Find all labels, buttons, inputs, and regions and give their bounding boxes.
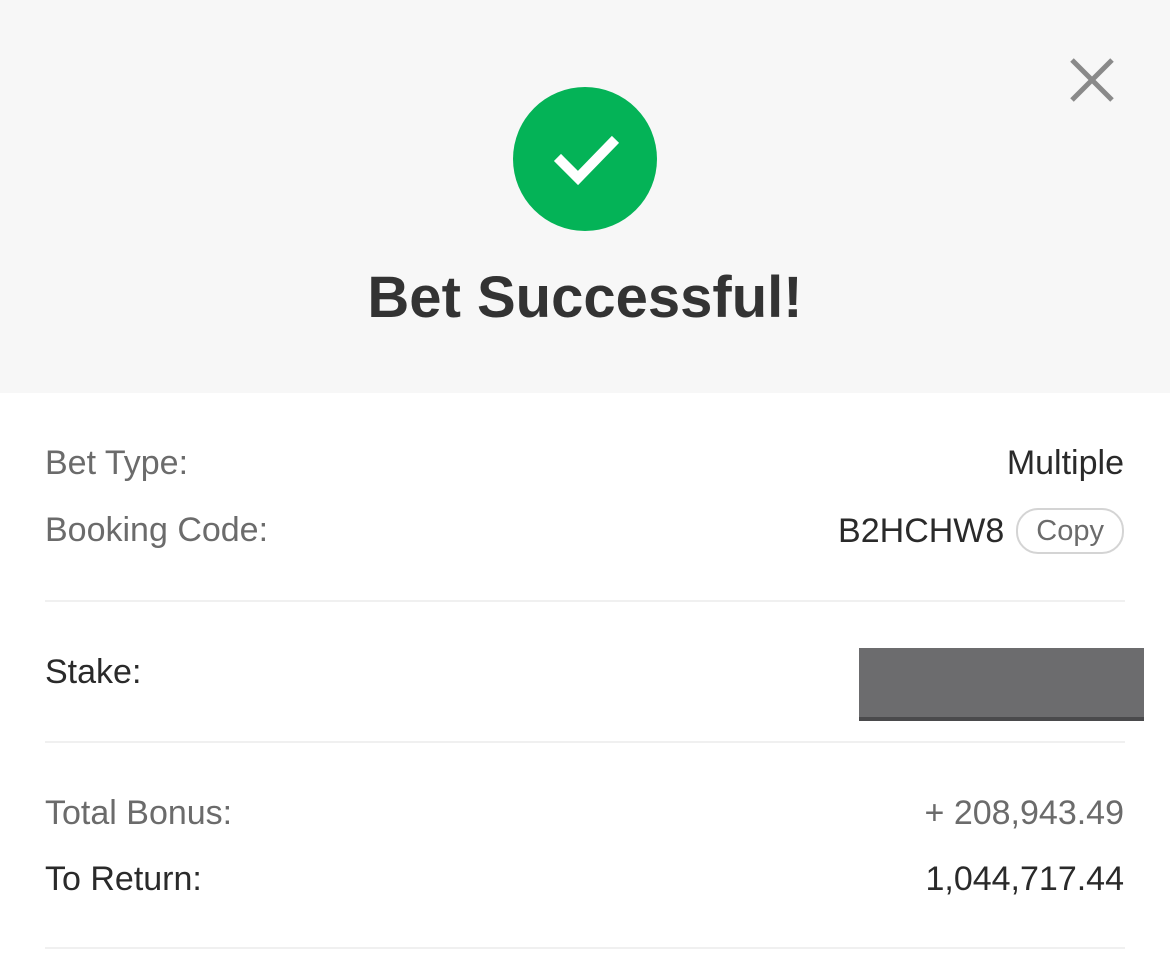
divider [45,741,1125,743]
close-button[interactable] [1064,52,1120,108]
booking-code-group: B2HCHW8 Copy [838,508,1124,554]
success-badge [513,87,657,231]
bet-type-label: Bet Type: [45,444,189,482]
dialog-title: Bet Successful! [367,265,803,330]
success-header: Bet Successful! [0,0,1170,393]
divider [45,947,1125,949]
total-bonus-value: + 208,943.49 [924,794,1124,832]
checkmark-icon [553,135,620,186]
stake-value-redacted [859,648,1144,721]
to-return-label: To Return: [45,860,202,898]
stake-label: Stake: [45,653,142,691]
booking-code-value: B2HCHW8 [838,512,1005,550]
divider [45,600,1125,602]
close-icon [1070,58,1114,102]
total-bonus-label: Total Bonus: [45,794,233,832]
booking-code-label: Booking Code: [45,511,269,549]
to-return-value: 1,044,717.44 [925,860,1124,898]
copy-button[interactable]: Copy [1016,508,1124,554]
bet-type-value: Multiple [1006,444,1124,482]
